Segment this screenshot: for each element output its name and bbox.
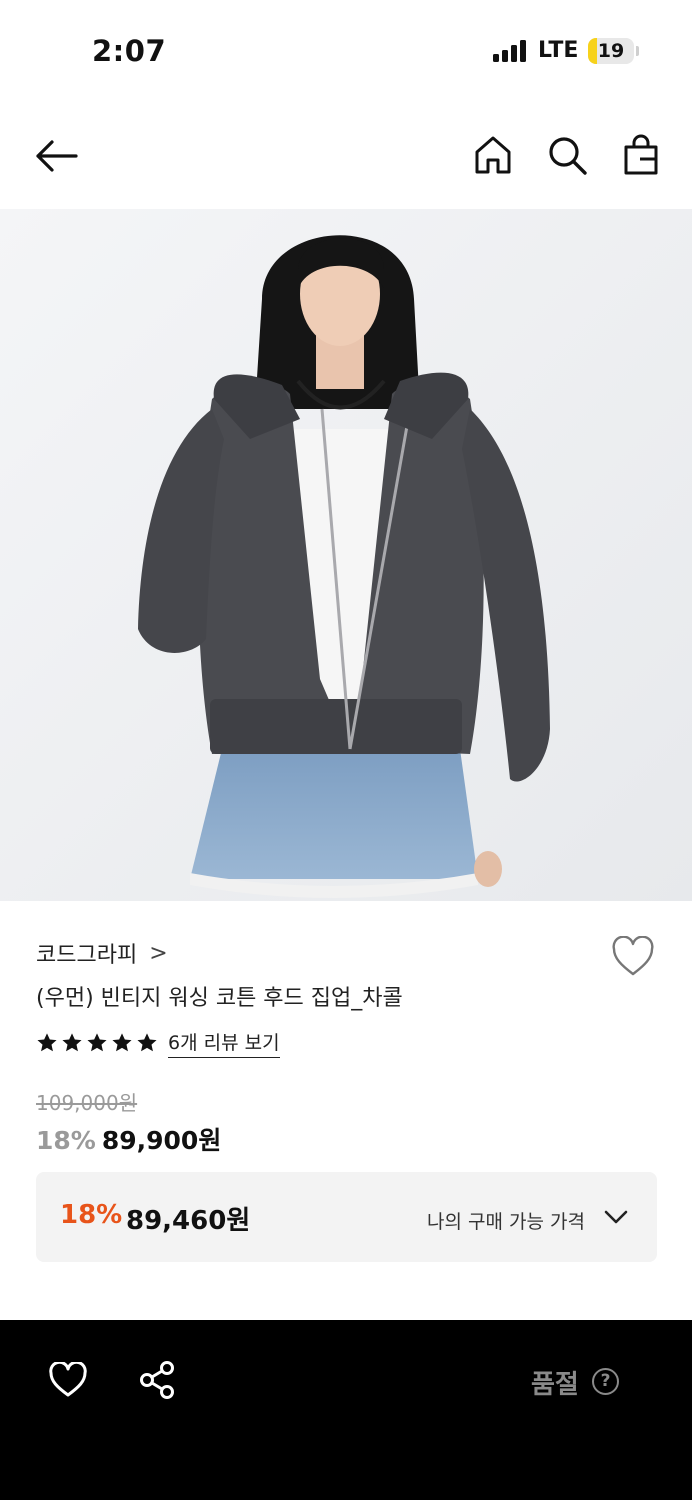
battery-icon: 19 — [588, 38, 634, 64]
brand-link[interactable]: 코드그라피 > — [36, 937, 168, 969]
back-icon[interactable] — [34, 136, 78, 176]
help-icon[interactable]: ? — [592, 1368, 619, 1395]
star-icon — [137, 1033, 157, 1052]
rating-row: 6개 리뷰 보기 — [36, 1028, 280, 1058]
status-bar: 2:07 LTE 19 — [0, 0, 692, 100]
brand-name: 코드그라피 — [36, 943, 138, 968]
battery-nub — [636, 46, 639, 56]
soldout-label: 품절 — [531, 1370, 579, 1400]
bottom-action-bar: 품절 ? — [0, 1320, 692, 1500]
sale-price: 89,900원 — [101, 1126, 222, 1155]
star-icon — [112, 1033, 132, 1052]
status-time: 2:07 — [92, 34, 167, 68]
chevron-down-icon — [604, 1210, 628, 1224]
chevron-right-icon: > — [149, 940, 168, 966]
original-price: 109,000원 — [36, 1091, 138, 1115]
search-icon[interactable] — [546, 134, 588, 176]
product-photo — [0, 209, 692, 901]
star-icon — [87, 1033, 107, 1052]
sale-price-row: 18% 89,900원 — [36, 1121, 221, 1157]
my-discount-percent: 18% — [60, 1200, 123, 1230]
shopping-bag-icon[interactable] — [620, 134, 662, 176]
heart-icon[interactable] — [48, 1362, 88, 1398]
my-price-dropdown[interactable]: 18% 89,460원 나의 구매 가능 가격 — [36, 1172, 657, 1262]
network-label: LTE — [538, 38, 579, 63]
top-nav — [0, 118, 692, 198]
signal-icon — [493, 40, 529, 62]
review-link[interactable]: 6개 리뷰 보기 — [168, 1028, 280, 1058]
star-icon — [62, 1033, 82, 1052]
product-name: (우먼) 빈티지 워싱 코튼 후드 집업_차콜 — [36, 986, 403, 1011]
home-icon[interactable] — [472, 134, 514, 176]
my-price: 89,460원 — [126, 1206, 251, 1236]
star-icon — [37, 1033, 57, 1052]
share-icon[interactable] — [138, 1360, 176, 1400]
rating-stars — [36, 1032, 158, 1054]
wishlist-heart-icon[interactable] — [611, 936, 655, 978]
discount-percent: 18% — [36, 1126, 96, 1155]
my-price-label: 나의 구매 가능 가격 — [427, 1211, 585, 1233]
battery-level: 19 — [597, 40, 625, 62]
product-image[interactable] — [0, 209, 692, 901]
